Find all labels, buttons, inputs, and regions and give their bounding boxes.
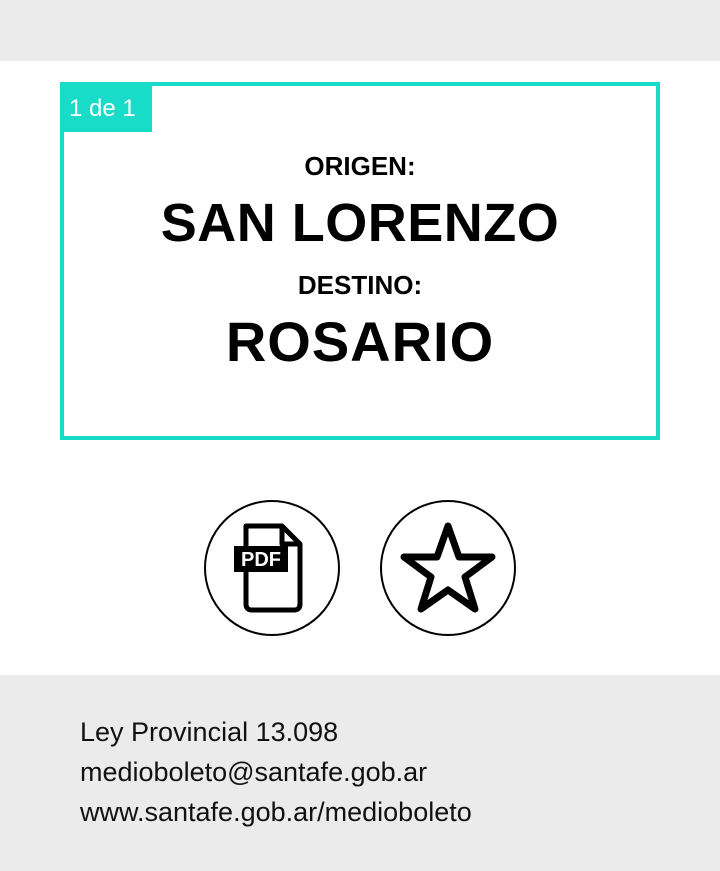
- origin-city: SAN LORENZO: [160, 193, 560, 253]
- pdf-label: PDF: [241, 549, 281, 571]
- destination-label: DESTINO:: [297, 270, 423, 300]
- origin-label: ORIGEN:: [304, 151, 416, 181]
- ticket-card: 1 de 1 ORIGEN: SAN LORENZO DESTINO: ROSA…: [60, 82, 660, 440]
- top-bar: [0, 0, 720, 61]
- page-indicator-badge: 1 de 1: [64, 86, 152, 132]
- email-text: medioboleto@santafe.gob.ar: [80, 757, 428, 787]
- star-outline-icon: [400, 522, 496, 613]
- website-text: www.santafe.gob.ar/medioboleto: [80, 797, 472, 827]
- download-pdf-button[interactable]: PDF: [204, 500, 340, 636]
- law-text: Ley Provincial 13.098: [80, 717, 339, 747]
- pdf-file-icon: PDF: [234, 523, 303, 613]
- footer: Ley Provincial 13.098 medioboleto@santaf…: [0, 675, 720, 871]
- favorite-button[interactable]: [380, 500, 516, 636]
- destination-city: ROSARIO: [225, 310, 495, 373]
